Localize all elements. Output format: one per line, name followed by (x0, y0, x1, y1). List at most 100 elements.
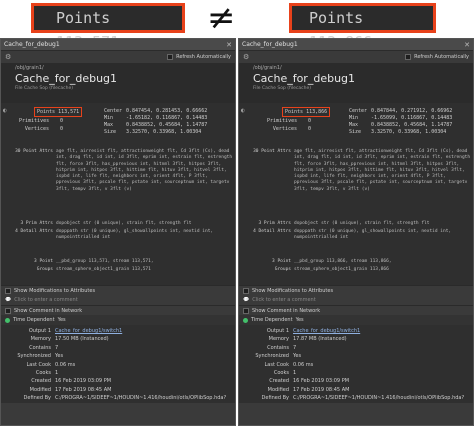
detail-row: Created 16 Feb 2019 03:09 PM (31, 378, 112, 385)
point-attrs-list[interactable]: age flt, airresist flt, attractionweight… (56, 149, 234, 193)
detail-row: Modified 17 Feb 2019 08:45 AM (267, 386, 350, 393)
primitives-value: 0 (308, 118, 312, 124)
not-equal-symbol: ≠ (207, 0, 236, 38)
left-info-panel: Cache_for_debug1 ✕ ⚙ Refresh Automatical… (0, 38, 236, 426)
gear-icon[interactable]: ⚙ (5, 53, 11, 61)
status-dot-icon (5, 317, 10, 323)
geometry-icon: ◐ (241, 107, 245, 114)
detail-attrs-list[interactable]: dopppath str (0 unique), gl_showallpoint… (294, 229, 472, 242)
checkbox-icon[interactable] (5, 287, 11, 294)
detail-row: Defined By C:/PROGRA~1/SIDEEF~1/HOUDIN~1.… (261, 395, 465, 402)
prim-attrs-list[interactable]: dopobject str (0 unique), strain flt, st… (56, 221, 234, 227)
point-groups: 3 Point __pbd_group 113,571, stream 113,… (5, 259, 235, 267)
detail-attrs-list[interactable]: dopppath str (0 unique), gl_showallpoint… (56, 229, 234, 242)
checkbox-icon[interactable] (167, 54, 174, 60)
panel-titlebar[interactable]: Cache_for_debug1 ✕ (239, 39, 473, 51)
groups-line-2: stream_sphere_object1_grain 113,571 (56, 267, 151, 272)
prim-attrs-list[interactable]: dopobject str (0 unique), strain flt, st… (294, 221, 472, 227)
detail-row: Created 16 Feb 2019 03:09 PM (269, 378, 350, 385)
gear-icon[interactable]: ⚙ (243, 53, 249, 61)
bounding-box-table: Center 0.847844, 0.271912, 0.66962 Min -1.… (349, 108, 452, 136)
point-attributes: 30 Point Attrs age flt, airresist flt, a… (5, 149, 235, 219)
refresh-toggle[interactable]: Refresh Automatically (167, 54, 231, 60)
output-link[interactable]: Cache_for_debug1/switch1 (55, 327, 122, 335)
bounding-box-table: Center 0.847454, 0.281453, 0.66662 Min -1.… (104, 108, 207, 136)
show-comment-toggle[interactable]: Show Comment in Network (239, 305, 473, 315)
detail-attributes: 4 Detail Attrs dopppath str (0 unique), … (5, 229, 235, 243)
checkbox-icon[interactable] (243, 307, 249, 314)
refresh-label: Refresh Automatically (176, 54, 231, 60)
checkbox-icon[interactable] (5, 307, 11, 314)
right-info-panel: Cache_for_debug1 ✕ ⚙ Refresh Automatical… (238, 38, 474, 426)
show-modifications-label: Show Modifications to Attributes (252, 287, 334, 294)
node-name: Cache_for_debug1 (253, 72, 356, 85)
primitives-value: 0 (60, 118, 64, 124)
detail-row: Contains 7 (29, 344, 59, 351)
comment-placeholder: Click to enter a comment (252, 297, 316, 303)
bbox-row: Center 0.847454, 0.281453, 0.66662 (104, 108, 208, 114)
bbox-row: Max 0.8438852, 0.45684, 1.14787 (104, 122, 208, 128)
comment-icon: 💬 (5, 297, 12, 303)
bbox-row: Max 0.8438852, 0.45684, 1.14787 (349, 122, 453, 128)
bbox-row: Size 3.32570, 0.33968, 1.00304 (349, 129, 447, 135)
show-comment-label: Show Comment in Network (252, 307, 321, 314)
comment-field[interactable]: 💬 Click to enter a comment (239, 295, 473, 305)
checkbox-icon[interactable] (405, 54, 412, 60)
prim-attributes: 3 Prim Attrs dopobject str (0 unique), s… (243, 221, 473, 229)
time-dependent-row: Time Dependent Yes (1, 315, 235, 325)
panel-title: Cache_for_debug1 (242, 41, 298, 48)
detail-row: Contains 7 (267, 344, 297, 351)
close-icon[interactable]: ✕ (464, 41, 470, 49)
point-attributes: 30 Point Attrs age flt, airresist flt, a… (243, 149, 473, 219)
detail-row: Output 1 Cache_for_debug1/switch1 (28, 327, 123, 335)
vertices-value: 0 (60, 126, 64, 132)
points-count: Points 113,866 (282, 107, 331, 117)
comment-placeholder: Click to enter a comment (14, 297, 78, 303)
primitives-row: Primitives 0 (267, 118, 311, 124)
time-dependent-label: Time Dependent (13, 317, 55, 323)
comment-field[interactable]: 💬 Click to enter a comment (1, 295, 235, 305)
panel-title: Cache_for_debug1 (4, 41, 60, 48)
detail-row: Synchronized Yes (255, 353, 302, 360)
point-attrs-list[interactable]: age flt, airresist flt, attractionweight… (294, 149, 472, 193)
primitives-label: Primitives (267, 118, 298, 124)
panel-toolbar: ⚙ Refresh Automatically (1, 51, 235, 63)
detail-attrs-label: 4 Detail Attrs (15, 229, 53, 234)
bbox-row: Center 0.847844, 0.271912, 0.66962 (349, 108, 453, 114)
show-comment-toggle[interactable]: Show Comment in Network (1, 305, 235, 315)
node-path: /obj/grain1/ (15, 65, 44, 71)
point-groups-2: Groups stream_sphere_object1_grain 113,8… (243, 267, 473, 275)
vertices-row: Vertices 0 (19, 126, 63, 132)
right-points-highlight: Points 113,866 (289, 3, 436, 51)
detail-row: Memory 17.87 MB (Instanced) (268, 336, 347, 343)
geometry-info: ◐ Points 113,866 Primitives 0 Vertices 0… (239, 103, 473, 285)
detail-row: Last Cook 0.06 ms (26, 361, 76, 368)
comment-icon: 💬 (243, 297, 250, 303)
refresh-label: Refresh Automatically (414, 54, 469, 60)
prim-attributes: 3 Prim Attrs dopobject str (0 unique), s… (5, 221, 235, 229)
panel-titlebar[interactable]: Cache_for_debug1 ✕ (1, 39, 235, 51)
prim-attrs-label: 3 Prim Attrs (20, 221, 53, 226)
vertices-value: 0 (308, 126, 312, 132)
detail-attrs-label: 4 Detail Attrs (253, 229, 291, 234)
close-icon[interactable]: ✕ (226, 41, 232, 49)
geometry-info: ◐ Points 113,571 Primitives 0 Vertices 0… (1, 103, 235, 285)
node-header: /obj/grain1/ Cache_for_debug1 File Cache… (1, 63, 235, 103)
detail-row: Output 1 Cache_for_debug1/switch1 (266, 327, 361, 335)
checkbox-icon[interactable] (243, 287, 249, 294)
show-modifications-toggle[interactable]: Show Modifications to Attributes (1, 285, 235, 295)
detail-row: Cooks 1 (35, 370, 59, 377)
point-groups-2: Groups stream_sphere_object1_grain 113,5… (5, 267, 235, 275)
detail-row: Last Cook 0.06 ms (264, 361, 314, 368)
node-type: File Cache Sop (filecache) (15, 86, 73, 91)
primitives-label: Primitives (19, 118, 50, 124)
node-type: File Cache Sop (filecache) (253, 86, 311, 91)
output-link[interactable]: Cache_for_debug1/switch1 (293, 327, 360, 335)
comparison-strip: Points 113,571 ≠ Points 113,866 (0, 0, 474, 51)
show-modifications-toggle[interactable]: Show Modifications to Attributes (239, 285, 473, 295)
points-count: Points 113,571 (34, 107, 83, 117)
vertices-label: Vertices (24, 126, 49, 132)
groups-label-2: Groups (274, 267, 291, 272)
detail-row: Modified 17 Feb 2019 08:45 AM (29, 386, 112, 393)
refresh-toggle[interactable]: Refresh Automatically (405, 54, 469, 60)
